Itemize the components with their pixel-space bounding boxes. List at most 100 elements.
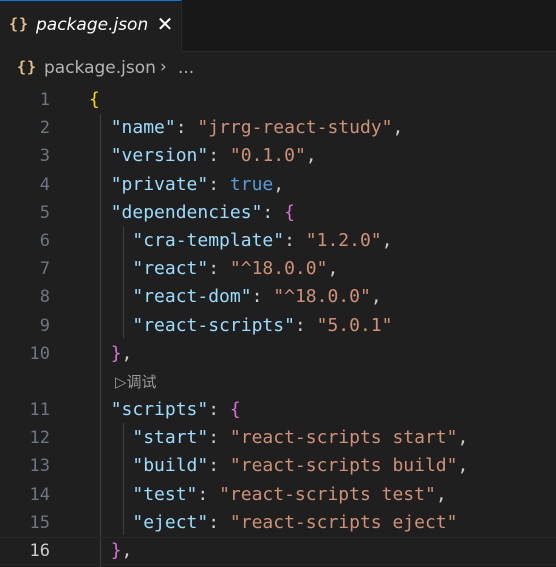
tab-package-json[interactable]: {} package.json ✕ bbox=[0, 0, 182, 52]
code-token: "react-scripts test" bbox=[219, 483, 436, 505]
code-token: : bbox=[197, 483, 220, 505]
code-token: "^18.0.0" bbox=[273, 286, 371, 308]
code-token: , bbox=[121, 342, 133, 364]
code-token: "5.0.1" bbox=[316, 314, 393, 336]
code-token: "version" bbox=[110, 145, 209, 167]
debug-codelens[interactable]: ▷调试 bbox=[115, 369, 157, 395]
code-line[interactable]: 16 }, bbox=[0, 537, 556, 565]
code-token: : bbox=[262, 201, 285, 223]
code-text: { bbox=[89, 86, 100, 114]
code-token: : bbox=[208, 511, 230, 533]
code-token: , bbox=[457, 455, 469, 477]
code-token: "react-scripts" bbox=[132, 314, 295, 336]
code-token: : bbox=[208, 145, 230, 167]
code-token: : bbox=[208, 455, 230, 477]
tab-label: package.json bbox=[36, 15, 149, 35]
code-line[interactable]: 6 "cra-template": "1.2.0", bbox=[0, 227, 556, 255]
code-line[interactable]: 10 }, bbox=[0, 340, 556, 368]
line-number: 15 bbox=[29, 512, 50, 533]
breadcrumb-more[interactable]: ... bbox=[178, 58, 194, 78]
code-token: { bbox=[89, 89, 100, 110]
code-line[interactable]: 13 "build": "react-scripts build", bbox=[0, 452, 556, 480]
code-text: "react-dom": "^18.0.0", bbox=[89, 283, 382, 311]
line-number: 13 bbox=[29, 456, 50, 477]
code-token: : bbox=[294, 314, 317, 336]
code-token: , bbox=[121, 540, 133, 561]
code-token: , bbox=[370, 286, 382, 308]
json-braces-icon: {} bbox=[9, 15, 30, 33]
code-token: : bbox=[208, 427, 230, 449]
code-token: "^18.0.0" bbox=[229, 258, 328, 280]
line-number: 14 bbox=[29, 484, 50, 505]
code-token: "cra-template" bbox=[132, 230, 285, 251]
code-token: { bbox=[229, 399, 241, 420]
code-line[interactable]: 15 "eject": "react-scripts eject" bbox=[0, 509, 556, 537]
code-line[interactable]: 1{ bbox=[0, 86, 556, 114]
line-number: 2 bbox=[39, 118, 50, 139]
line-number: 1 bbox=[39, 90, 50, 110]
code-line[interactable]: 7 "react": "^18.0.0", bbox=[0, 255, 556, 283]
code-text: "name": "jrrg-react-study", bbox=[89, 114, 404, 142]
line-number: 6 bbox=[39, 231, 50, 251]
code-line[interactable]: 2 "name": "jrrg-react-study", bbox=[0, 114, 556, 142]
code-text: "scripts": { bbox=[89, 396, 241, 424]
code-token: "react-scripts eject" bbox=[229, 511, 458, 533]
code-text: }, bbox=[89, 340, 133, 368]
code-line[interactable]: 14 "test": "react-scripts test", bbox=[0, 481, 556, 509]
code-token: "eject" bbox=[132, 511, 209, 533]
close-icon[interactable]: ✕ bbox=[154, 12, 176, 36]
code-line[interactable]: 9 "react-scripts": "5.0.1" bbox=[0, 312, 556, 340]
chevron-right-icon: › bbox=[160, 57, 167, 77]
code-editor[interactable]: ▷调试 1{2 "name": "jrrg-react-study", 3 "ve… bbox=[0, 86, 556, 567]
code-line[interactable]: 5 "dependencies": { bbox=[0, 199, 556, 227]
code-text: "eject": "react-scripts eject" bbox=[89, 509, 457, 537]
breadcrumb: {} package.json › ... bbox=[0, 52, 556, 86]
code-text: "build": "react-scripts build", bbox=[89, 452, 468, 480]
code-token: "jrrg-react-study" bbox=[197, 117, 393, 139]
code-line[interactable]: 4 "private": true, bbox=[0, 171, 556, 199]
code-line[interactable]: 8 "react-dom": "^18.0.0", bbox=[0, 283, 556, 311]
line-number: 3 bbox=[39, 146, 50, 167]
code-token: { bbox=[284, 201, 295, 223]
code-text: "cra-template": "1.2.0", bbox=[89, 227, 392, 255]
line-number: 5 bbox=[39, 202, 50, 223]
code-token: "test" bbox=[132, 483, 198, 505]
code-token: "react-dom" bbox=[132, 286, 252, 308]
code-token: "react-scripts start" bbox=[229, 427, 458, 449]
editor-window: {} package.json ✕ {} package.json › ... … bbox=[0, 0, 556, 567]
code-token: : bbox=[284, 230, 306, 251]
line-number: 11 bbox=[29, 400, 50, 420]
breadcrumb-file[interactable]: package.json bbox=[44, 58, 156, 78]
code-token: , bbox=[327, 258, 339, 280]
code-token: "build" bbox=[132, 455, 209, 477]
code-token: , bbox=[381, 230, 393, 251]
code-text: "start": "react-scripts start", bbox=[89, 424, 468, 452]
code-text: "react-scripts": "5.0.1" bbox=[89, 312, 392, 340]
code-token: true bbox=[229, 173, 274, 195]
code-token: : bbox=[208, 258, 230, 280]
line-number: 4 bbox=[39, 174, 50, 195]
code-line[interactable]: 12 "start": "react-scripts start", bbox=[0, 424, 556, 452]
code-token: "1.2.0" bbox=[305, 230, 382, 251]
code-line[interactable]: 3 "version": "0.1.0", bbox=[0, 142, 556, 170]
code-text: "version": "0.1.0", bbox=[89, 142, 317, 170]
code-line[interactable]: 11 "scripts": { bbox=[0, 396, 556, 424]
line-number: 7 bbox=[39, 259, 50, 280]
code-text: "react": "^18.0.0", bbox=[89, 255, 338, 283]
line-number: 12 bbox=[29, 428, 50, 449]
code-text: "test": "react-scripts test", bbox=[89, 481, 446, 509]
code-token: } bbox=[110, 540, 122, 561]
